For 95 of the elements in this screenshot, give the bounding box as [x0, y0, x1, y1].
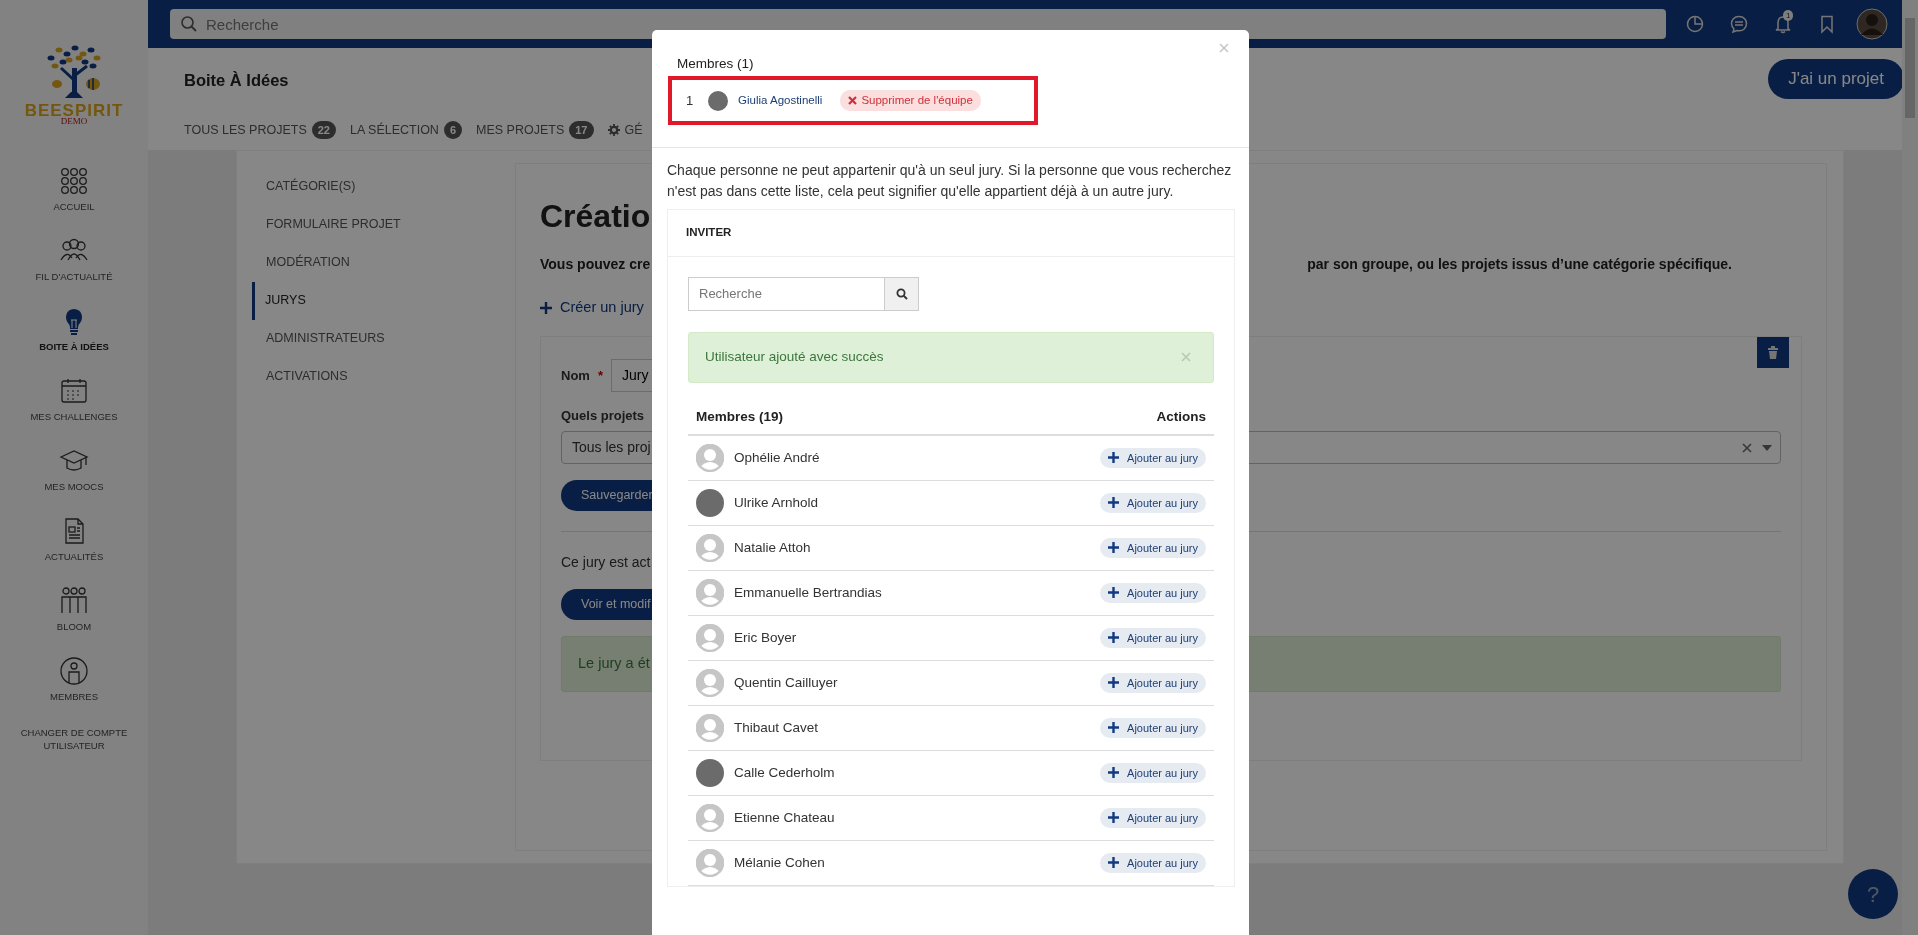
gear-icon	[607, 124, 620, 137]
add-button[interactable]: Ajouter au jury	[1100, 762, 1206, 783]
add-button[interactable]: Ajouter au jury	[1100, 852, 1206, 873]
member-link[interactable]: Giulia Agostinelli	[738, 92, 823, 110]
settings-menu-item[interactable]: FORMULAIRE PROJET	[237, 206, 515, 244]
add-button[interactable]: Ajouter au jury	[1100, 627, 1206, 648]
member-name: Ulrike Arnhold	[734, 493, 820, 512]
required-mark: *	[597, 366, 603, 385]
chat-icon[interactable]	[1729, 14, 1749, 34]
grid-icon	[59, 166, 89, 196]
sidebar-item[interactable]: CHANGER DE COMPTE UTILISATEUR	[0, 726, 148, 752]
column-header: Actions	[1156, 407, 1206, 426]
search-icon	[180, 15, 198, 33]
row-number: 1	[686, 92, 695, 110]
page-title: Boite À Idées	[184, 70, 289, 91]
logo-subtitle: DEMO	[60, 117, 88, 126]
search-button[interactable]	[885, 276, 919, 311]
add-button[interactable]: Ajouter au jury	[1100, 492, 1206, 513]
plus-icon	[1108, 542, 1120, 554]
new-project-button[interactable]: J'ai un projet	[1768, 59, 1904, 99]
project-tab[interactable]: TOUS LES PROJETS 22	[184, 120, 336, 140]
group-icon	[59, 586, 89, 616]
plus-icon	[1108, 497, 1120, 509]
scrollbar[interactable]	[1902, 0, 1918, 935]
add-button[interactable]: Ajouter au jury	[1100, 807, 1206, 828]
status-text: Ce jury est act	[561, 553, 651, 572]
field-label: Quels projets	[561, 406, 645, 425]
member-name: Ophélie André	[734, 448, 821, 467]
caret-icon[interactable]	[1762, 444, 1772, 451]
alert-text: Utilisateur ajouté avec succès	[705, 347, 884, 366]
sidebar-item[interactable]: ACCUEIL	[37, 200, 111, 213]
plus-icon	[1108, 677, 1120, 689]
settings-menu-item[interactable]: ACTIVATIONS	[237, 358, 515, 396]
help-button[interactable]: ?	[1848, 869, 1898, 919]
chart-icon[interactable]	[1685, 14, 1705, 34]
add-button[interactable]: Ajouter au jury	[1100, 582, 1206, 603]
add-button[interactable]: Ajouter au jury	[1100, 717, 1206, 738]
field-label: Nom	[561, 366, 590, 385]
plus-icon	[1108, 722, 1120, 734]
count-badge: 22	[311, 120, 336, 140]
calendar-icon	[59, 376, 89, 406]
member-name: Etienne Chateau	[734, 808, 836, 827]
section-title: Membres (1)	[676, 55, 755, 73]
plus-icon	[540, 301, 552, 314]
plus-icon	[1108, 587, 1120, 599]
sidebar-item[interactable]: FIL D'ACTUALITÉ	[19, 270, 129, 283]
sidebar-item[interactable]: BOITE À IDÉES	[23, 340, 125, 353]
settings-menu-item[interactable]: ADMINISTRATEURS	[237, 320, 515, 358]
close-icon	[1181, 352, 1191, 362]
add-button[interactable]: Ajouter au jury	[1100, 537, 1206, 558]
plus-icon	[1108, 857, 1120, 869]
page-heading: Créatio	[540, 198, 651, 234]
plus-icon	[1108, 812, 1120, 824]
plus-icon	[1108, 767, 1120, 779]
person-circle-icon	[59, 656, 89, 686]
sidebar-item[interactable]: BLOOM	[40, 620, 108, 633]
close-icon	[1219, 43, 1229, 53]
sidebar-item[interactable]: MES MOOCS	[28, 480, 120, 493]
delete-button[interactable]	[1757, 336, 1789, 368]
notification-badge: 1	[1783, 10, 1794, 21]
member-name: Emmanuelle Bertrandias	[734, 583, 883, 602]
sidebar-item[interactable]: ACTUALITÉS	[28, 550, 120, 563]
count-badge: 17	[569, 120, 594, 140]
settings-menu-item[interactable]: JURYS	[252, 282, 515, 320]
member-name: Quentin Cailluyer	[734, 673, 839, 692]
remove-button[interactable]: Supprimer de l'équipe	[840, 90, 981, 112]
clear-icon[interactable]	[1742, 442, 1752, 453]
intro-text: Vous pouvez cre	[540, 255, 651, 274]
member-name: Mélanie Cohen	[734, 853, 826, 872]
project-tab[interactable]: MES PROJETS 17	[476, 120, 594, 140]
plus-icon	[1108, 632, 1120, 644]
user-avatar[interactable]	[1856, 8, 1888, 40]
logo-text: BEESPIRIT	[24, 102, 124, 119]
project-tab[interactable]: GÉ	[607, 120, 643, 140]
sidebar-item[interactable]: MEMBRES	[33, 690, 114, 703]
member-name: Thibaut Cavet	[734, 718, 820, 737]
settings-menu-item[interactable]: CATÉGORIE(S)	[237, 168, 515, 206]
intro-text: par son groupe, ou les projets issus d’une catégorie spécifique.	[1307, 255, 1732, 274]
plus-icon	[1108, 452, 1120, 464]
add-button[interactable]: Ajouter au jury	[1100, 447, 1206, 468]
search-field[interactable]: Recherche	[688, 276, 885, 311]
search-icon	[895, 287, 908, 300]
settings-menu-item[interactable]: MODÉRATION	[237, 244, 515, 282]
member-name: Calle Cederholm	[734, 763, 836, 782]
cross-icon	[848, 96, 858, 106]
notice-text: Chaque personne ne peut appartenir qu'à un seul jury. Si la personne que vous recherchez n'est pas dans cette liste, cela peut signifier qu'elle appartient déjà à un autre jury.	[667, 161, 1233, 202]
bell-icon[interactable]	[1773, 14, 1793, 34]
member-name: Natalie Attoh	[734, 538, 812, 557]
trash-icon	[1767, 345, 1779, 359]
count-badge: 6	[443, 120, 463, 140]
project-tab[interactable]: LA SÉLECTION 6	[349, 120, 463, 140]
column-header: Membres (19)	[696, 407, 784, 426]
card-title: INVITER	[668, 210, 1234, 257]
add-button[interactable]: Ajouter au jury	[1100, 672, 1206, 693]
sidebar-item[interactable]: MES CHALLENGES	[14, 410, 134, 423]
